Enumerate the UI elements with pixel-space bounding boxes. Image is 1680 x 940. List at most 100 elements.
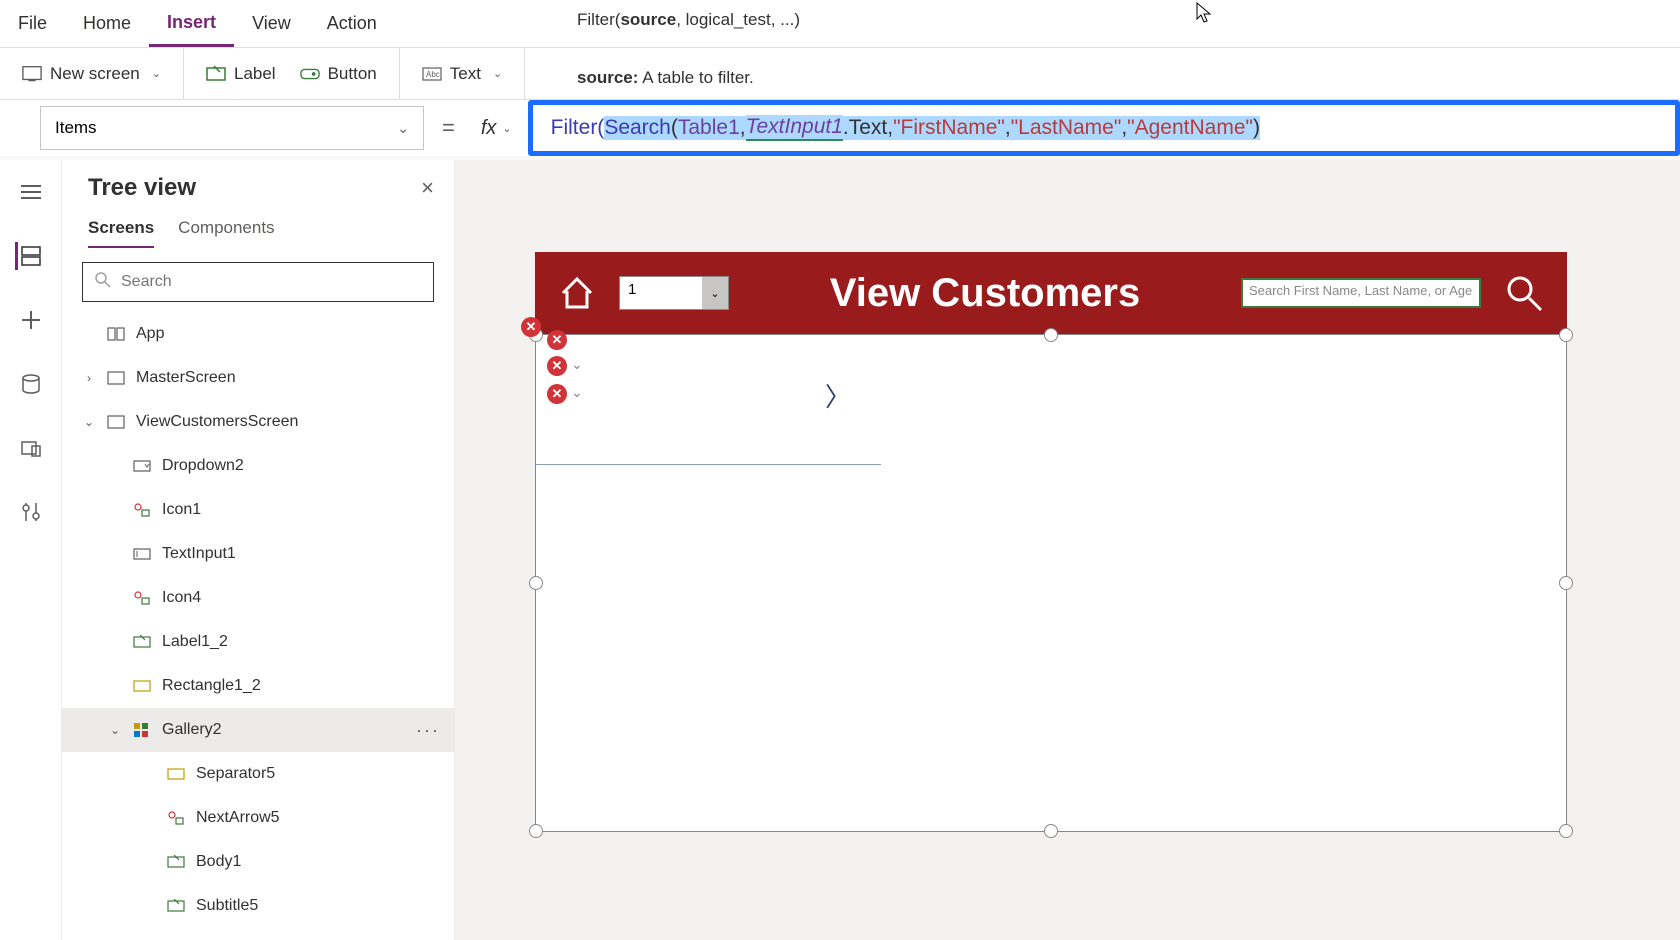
- left-rail: [0, 160, 62, 940]
- tree-item-label: TextInput1: [162, 545, 236, 563]
- tok-search: Search: [604, 116, 671, 140]
- resize-handle[interactable]: [529, 824, 543, 838]
- data-icon[interactable]: [17, 370, 45, 398]
- tree-item-label: Icon4: [162, 589, 201, 607]
- tree-item-separator5[interactable]: Separator5: [62, 752, 454, 796]
- tab-screens[interactable]: Screens: [88, 218, 154, 248]
- more-icon[interactable]: ···: [416, 720, 454, 741]
- tree-item-label1_2[interactable]: Label1_2: [62, 620, 454, 664]
- tree-item-label: ViewCustomersScreen: [136, 413, 298, 431]
- tree-view-icon[interactable]: [15, 242, 43, 270]
- tree-search[interactable]: [82, 262, 434, 302]
- tree-item-masterscreen[interactable]: › MasterScreen: [62, 356, 454, 400]
- error-icon[interactable]: ✕: [547, 356, 567, 376]
- top-menubar: File Home Insert View Action: [0, 0, 1680, 48]
- intellisense-desc-bold: source:: [577, 68, 638, 87]
- chevron-down-icon[interactable]: ⌄: [571, 384, 583, 401]
- menu-insert[interactable]: Insert: [149, 0, 234, 47]
- tree-item-app[interactable]: App: [62, 312, 454, 356]
- tree-item-icon4[interactable]: Icon4: [62, 576, 454, 620]
- menu-home[interactable]: Home: [65, 0, 149, 47]
- resize-handle[interactable]: [529, 576, 543, 590]
- resize-handle[interactable]: [1044, 824, 1058, 838]
- text-icon: Abc: [422, 64, 442, 84]
- control-type-icon: [132, 720, 152, 740]
- new-screen-label: New screen: [50, 64, 140, 84]
- chevron-down-icon: ⌄: [397, 120, 409, 137]
- media-icon[interactable]: [17, 434, 45, 462]
- text-btn-label: Text: [450, 64, 481, 84]
- expand-icon[interactable]: ›: [82, 371, 96, 385]
- next-arrow-icon[interactable]: 〉: [825, 377, 851, 414]
- expand-icon[interactable]: ⌄: [108, 723, 122, 737]
- control-type-icon: [132, 632, 152, 652]
- dropdown-control[interactable]: 1 ⌄: [619, 276, 729, 310]
- insert-icon[interactable]: [17, 306, 45, 334]
- resize-handle[interactable]: [1044, 328, 1058, 342]
- chevron-down-icon[interactable]: ⌄: [571, 356, 583, 373]
- intellisense-fn: Filter(: [577, 10, 620, 29]
- control-type-icon: [132, 676, 152, 696]
- error-icon[interactable]: ✕: [521, 317, 541, 337]
- cursor-icon: [1196, 2, 1214, 29]
- canvas-area: 1 ⌄ View Customers Search First Name, La…: [455, 160, 1680, 940]
- gallery-selection[interactable]: 〉: [535, 334, 1567, 832]
- fx-label: fx: [481, 117, 497, 140]
- search-icon: [95, 272, 111, 293]
- chevron-down-icon: ⌄: [502, 122, 511, 135]
- tok-text: .Text,: [843, 116, 893, 140]
- intellisense-description: source: A table to filter.: [577, 68, 754, 88]
- resize-handle[interactable]: [1559, 824, 1573, 838]
- text-button[interactable]: Abc Text ⌄: [410, 58, 514, 90]
- new-screen-button[interactable]: New screen ⌄: [10, 58, 173, 90]
- settings-icon[interactable]: [17, 498, 45, 526]
- formula-input[interactable]: Filter(Search(Table1, TextInput1.Text, "…: [528, 100, 1680, 156]
- close-icon[interactable]: ×: [421, 175, 434, 201]
- search-textinput[interactable]: Search First Name, Last Name, or Age: [1241, 278, 1481, 308]
- button-btn-label: Button: [328, 64, 377, 84]
- gallery-template-item[interactable]: 〉: [536, 335, 881, 465]
- menu-view[interactable]: View: [234, 0, 309, 47]
- button-button[interactable]: Button: [288, 58, 389, 90]
- error-icon[interactable]: ✕: [547, 330, 567, 350]
- fx-button[interactable]: fx ⌄: [473, 117, 520, 140]
- menu-file[interactable]: File: [0, 0, 65, 47]
- screen-icon: [22, 64, 42, 84]
- button-icon: [300, 64, 320, 84]
- dropdown-value: 1: [620, 277, 702, 309]
- tree-item-label: Label1_2: [162, 633, 228, 651]
- intellisense-signature: Filter(source, logical_test, ...): [577, 10, 800, 30]
- expand-icon[interactable]: ⌄: [82, 415, 96, 429]
- resize-handle[interactable]: [1559, 328, 1573, 342]
- chevron-down-icon: ⌄: [702, 277, 728, 309]
- tree-item-subtitle5[interactable]: Subtitle5: [62, 884, 454, 928]
- label-icon: [206, 64, 226, 84]
- hamburger-icon[interactable]: [17, 178, 45, 206]
- intellisense-rest: , logical_test, ...): [676, 10, 800, 29]
- label-button[interactable]: Label: [194, 58, 288, 90]
- tree-item-icon1[interactable]: Icon1: [62, 488, 454, 532]
- resize-handle[interactable]: [1559, 576, 1573, 590]
- intellisense-desc-rest: A table to filter.: [638, 68, 753, 87]
- tree-item-body1[interactable]: Body1: [62, 840, 454, 884]
- search-icon[interactable]: [1503, 272, 1545, 314]
- tree-item-dropdown2[interactable]: Dropdown2: [62, 444, 454, 488]
- tree-item-label: MasterScreen: [136, 369, 236, 387]
- tab-components[interactable]: Components: [178, 218, 274, 248]
- menu-action[interactable]: Action: [309, 0, 395, 47]
- control-type-icon: [106, 412, 126, 432]
- tree-search-input[interactable]: [121, 273, 421, 291]
- property-selector[interactable]: Items ⌄: [40, 106, 424, 150]
- tree-item-viewcustomersscreen[interactable]: ⌄ ViewCustomersScreen: [62, 400, 454, 444]
- tree-item-textinput1[interactable]: TextInput1: [62, 532, 454, 576]
- control-type-icon: [132, 500, 152, 520]
- control-type-icon: [132, 456, 152, 476]
- control-type-icon: [166, 808, 186, 828]
- tree-item-nextarrow5[interactable]: NextArrow5: [62, 796, 454, 840]
- tree-item-gallery2[interactable]: ⌄Gallery2···: [62, 708, 454, 752]
- home-icon[interactable]: [557, 273, 597, 313]
- error-icon[interactable]: ✕: [547, 384, 567, 404]
- tree-item-rectangle1_2[interactable]: Rectangle1_2: [62, 664, 454, 708]
- tok-lastname: "LastName": [1011, 116, 1122, 140]
- equals-sign: =: [424, 115, 473, 141]
